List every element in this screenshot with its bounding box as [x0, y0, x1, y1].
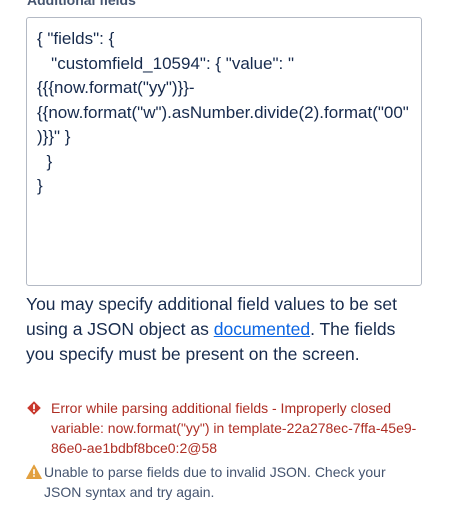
error-message: Error while parsing additional fields - … — [26, 398, 426, 458]
error-text: Error while parsing additional fields - … — [51, 400, 417, 456]
warning-text: Unable to parse fields due to invalid JS… — [44, 464, 386, 500]
json-editor-text[interactable]: { "fields": { "customfield_10594": { "va… — [27, 18, 421, 199]
error-diamond-icon — [26, 400, 42, 416]
help-text: You may specify additional field values … — [26, 292, 426, 367]
documented-link[interactable]: documented — [214, 319, 310, 339]
additional-fields-label: Additional fields — [27, 0, 136, 8]
warning-message: Unable to parse fields due to invalid JS… — [26, 462, 426, 502]
additional-fields-textarea[interactable]: { "fields": { "customfield_10594": { "va… — [26, 17, 422, 286]
warning-triangle-icon — [26, 464, 42, 480]
